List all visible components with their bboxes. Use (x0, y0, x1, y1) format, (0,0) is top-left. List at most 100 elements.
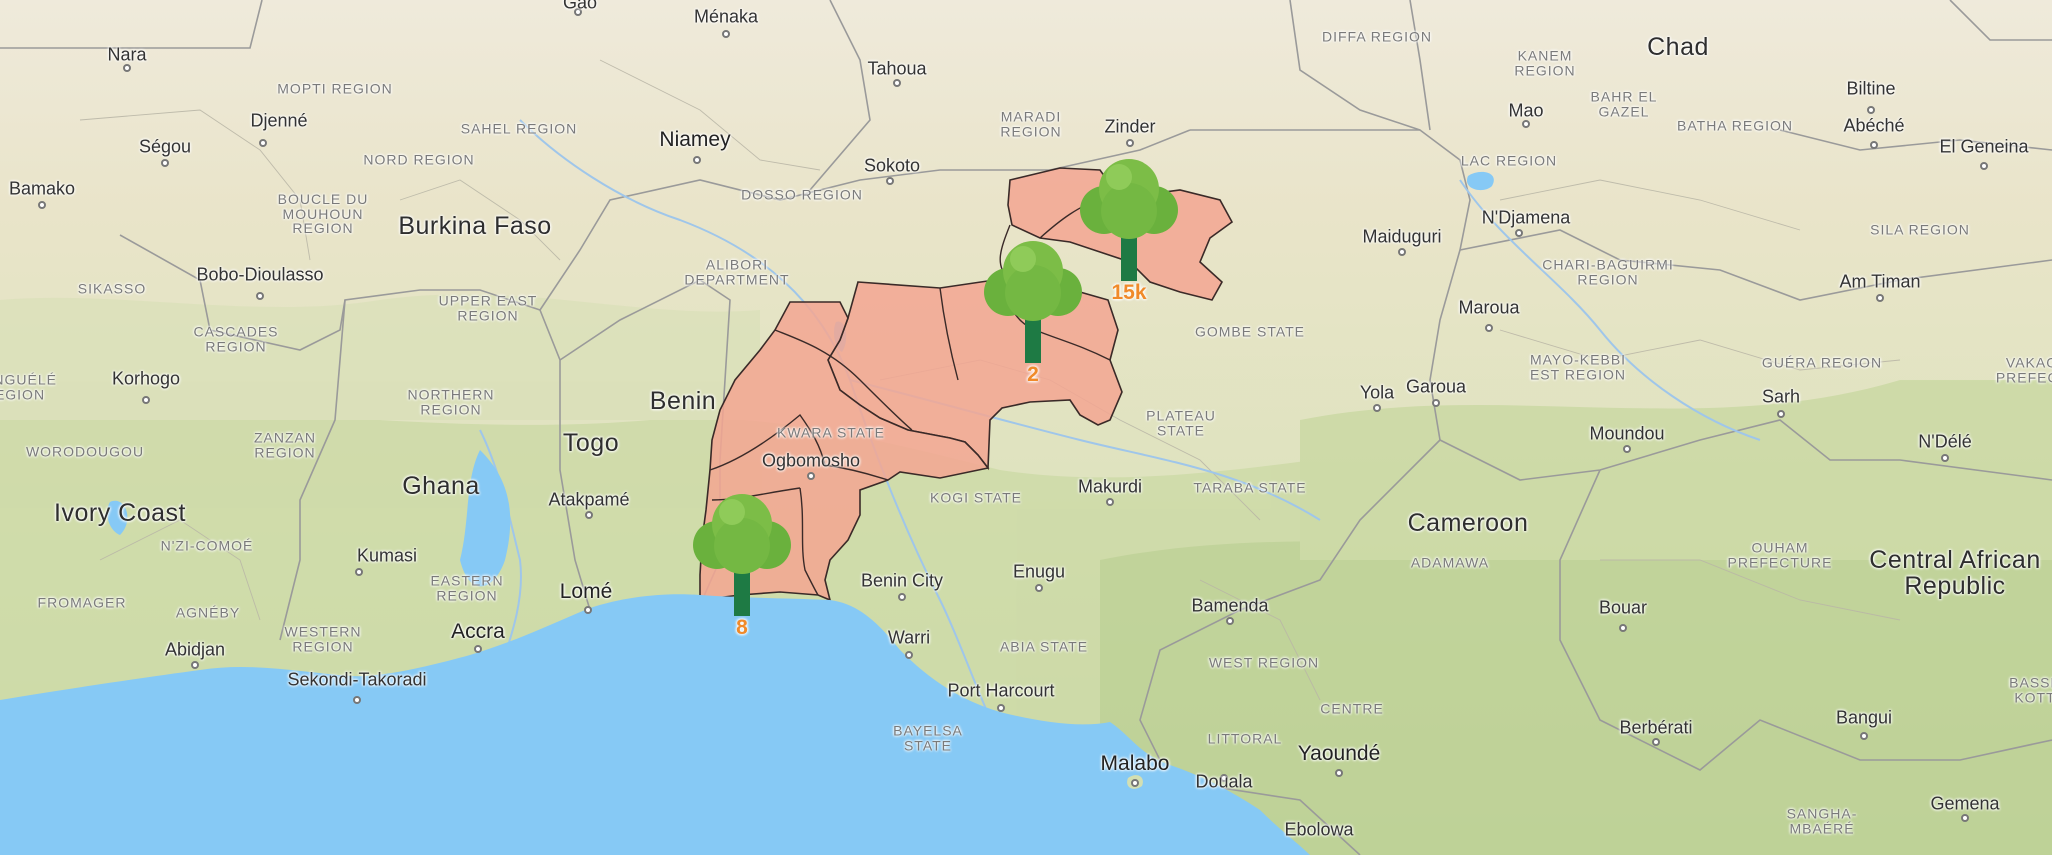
region-label-kanem: KANEM REGION (1514, 47, 1576, 78)
city-label-yaounde: Yaoundé (1297, 741, 1381, 765)
region-label-boucle-du-mouhoun: BOUCLE DU MOUHOUN REGION (277, 190, 369, 237)
region-label-kwara: KWARA STATE (777, 424, 885, 441)
city-dot (38, 201, 46, 209)
city-dot (1515, 229, 1523, 237)
region-label-sangha-mbaere: SANGHA-MBAÉRÉ (1786, 805, 1858, 836)
city-dot (1373, 404, 1381, 412)
city-label-maroua: Maroua (1458, 297, 1520, 318)
region-label-guera: GUÉRA REGION (1761, 354, 1883, 371)
country-label-central-african-republic: Central African Republic (1869, 545, 2041, 600)
region-label-denguele: ENGUÉLÉ EGION (0, 371, 57, 402)
city-dot (1485, 324, 1493, 332)
city-dot (886, 177, 894, 185)
region-label-alibori: ALIBORI DEPARTMENT (684, 256, 790, 287)
city-dot (1652, 738, 1660, 746)
region-label-bayelsa: BAYELSA STATE (893, 722, 963, 753)
city-label-sarh: Sarh (1761, 386, 1801, 407)
city-label-ndele: N'Délé (1918, 431, 1972, 452)
region-label-centre: CENTRE (1320, 700, 1384, 717)
city-dot (1035, 584, 1043, 592)
city-label-makurdi: Makurdi (1077, 476, 1143, 497)
city-label-ogbomosho: Ogbomosho (761, 450, 861, 471)
country-label-chad: Chad (1647, 32, 1709, 61)
region-label-fromager: FROMAGER (37, 594, 127, 611)
city-dot (1131, 779, 1139, 787)
region-label-sikasso: SIKASSO (77, 280, 147, 297)
city-dot (1870, 141, 1878, 149)
region-label-ouham: OUHAM PREFECTURE (1727, 539, 1833, 570)
region-label-zanzan: ZANZAN REGION (254, 429, 316, 460)
city-label-abidjan: Abidjan (164, 639, 226, 660)
region-label-worodougou: WORODOUGOU (25, 443, 145, 460)
city-label-ndjamena: N'Djamena (1481, 207, 1571, 228)
region-label-nord: NORD REGION (363, 151, 475, 168)
city-label-accra: Accra (451, 619, 505, 643)
region-label-vakaga: VAKAG PREFECT (1995, 354, 2052, 385)
map-marker-8[interactable]: 8 (687, 490, 797, 639)
city-dot (1335, 769, 1343, 777)
city-label-zinder: Zinder (1104, 116, 1156, 137)
city-label-sekondi-takoradi: Sekondi-Takoradi (287, 669, 427, 690)
region-label-mayo-kebbi-est: MAYO-KEBBI EST REGION (1529, 351, 1627, 382)
city-label-atakpame: Atakpamé (548, 489, 630, 510)
city-label-moundou: Moundou (1589, 423, 1665, 444)
city-label-nara: Nara (107, 44, 147, 65)
region-label-mopti: MOPTI REGION (277, 80, 393, 97)
city-label-niamey: Niamey (659, 127, 731, 151)
region-label-gombe: GOMBE STATE (1194, 323, 1306, 340)
city-dot (1398, 248, 1406, 256)
region-label-lac: LAC REGION (1460, 152, 1558, 169)
city-dot (722, 30, 730, 38)
city-dot (905, 651, 913, 659)
city-label-djenne: Djenné (250, 110, 308, 131)
region-label-plateau: PLATEAU STATE (1146, 407, 1216, 438)
region-label-taraba: TARABA STATE (1193, 479, 1307, 496)
city-dot (142, 396, 150, 404)
region-label-agneby: AGNÉBY (175, 604, 241, 621)
city-dot (1623, 445, 1631, 453)
marker-count: 15k (1111, 281, 1147, 304)
city-label-el-geneina: El Geneina (1939, 136, 2029, 157)
region-label-sila: SILA REGION (1870, 221, 1970, 238)
city-dot (1522, 120, 1530, 128)
region-label-batha: BATHA REGION (1677, 117, 1793, 134)
region-label-abia: ABIA STATE (999, 638, 1089, 655)
city-label-ebolowa: Ebolowa (1284, 819, 1354, 840)
country-label-cameroon: Cameroon (1407, 508, 1529, 537)
map-marker-15k[interactable]: 15k (1074, 155, 1184, 304)
map-canvas[interactable]: Chad Burkina Faso Benin Togo Ghana Ivory… (0, 0, 2052, 855)
map-marker-2[interactable]: 2 (978, 237, 1088, 386)
country-label-togo: Togo (562, 428, 620, 457)
city-label-douala: Douala (1195, 771, 1253, 792)
city-label-warri: Warri (887, 627, 931, 648)
city-label-benin-city: Benin City (860, 570, 944, 591)
region-label-adamawa: ADAMAWA (1410, 554, 1490, 571)
city-dot (1432, 399, 1440, 407)
region-label-diffa: DIFFA REGION (1321, 28, 1433, 45)
region-label-littoral: LITTORAL (1207, 730, 1283, 747)
lake-chad (1466, 171, 1494, 191)
tree-icon (1080, 159, 1178, 281)
city-dot (585, 511, 593, 519)
region-label-upper-east: UPPER EAST REGION (438, 292, 538, 323)
city-dot (355, 568, 363, 576)
country-label-ivory-coast: Ivory Coast (54, 498, 186, 527)
city-dot (259, 139, 267, 147)
region-label-eastern: EASTERN REGION (430, 572, 504, 603)
city-label-gao: Gao (562, 0, 598, 13)
city-label-bobo-dioulasso: Bobo-Dioulasso (196, 264, 324, 285)
city-label-korhogo: Korhogo (111, 368, 181, 389)
city-label-abeche: Abéché (1843, 115, 1905, 136)
city-label-malabo: Malabo (1100, 751, 1170, 775)
region-label-basse-kotto: BASSE KOTT (2009, 674, 2052, 705)
city-label-gemena: Gemena (1930, 793, 2000, 814)
city-label-bouar: Bouar (1598, 597, 1648, 618)
city-dot (997, 704, 1005, 712)
city-dot (1876, 294, 1884, 302)
region-label-west: WEST REGION (1208, 654, 1320, 671)
city-dot (474, 645, 482, 653)
region-label-chari-baguirmi: CHARI-BAGUIRMI REGION (1542, 256, 1674, 287)
city-dot (1619, 624, 1627, 632)
city-dot (1226, 617, 1234, 625)
city-label-lome: Lomé (559, 579, 613, 603)
